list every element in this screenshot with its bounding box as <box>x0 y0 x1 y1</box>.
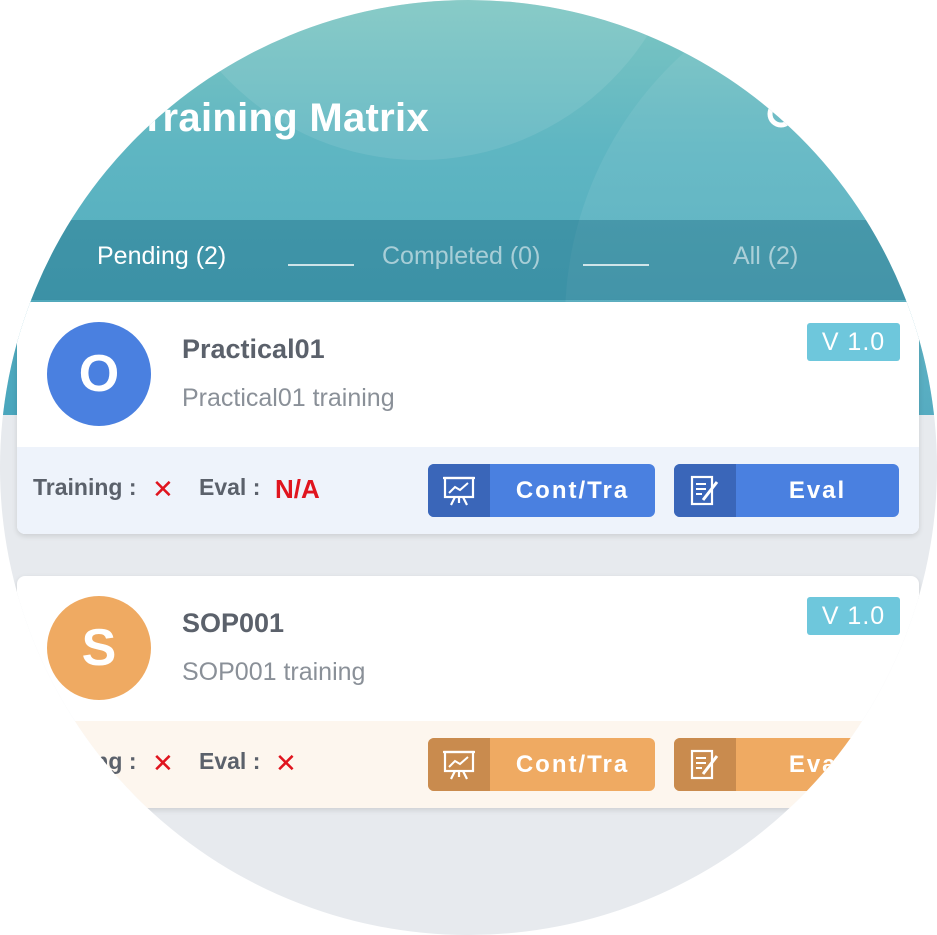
card-title: Practical01 <box>182 334 325 364</box>
version-badge: V 1.0 <box>807 597 900 635</box>
training-status-label: Training : <box>33 748 137 774</box>
eval-status-value: ✕ <box>275 748 297 778</box>
eval-button-label: Eval <box>788 750 847 778</box>
tab-divider <box>288 264 354 266</box>
version-badge: V 1.0 <box>807 323 900 361</box>
eval-status-label: Eval : <box>199 748 261 774</box>
eval-button-label: Eval <box>788 476 847 504</box>
cont-training-label: Cont/Tra <box>515 750 630 778</box>
tab-pending[interactable]: Pending (2) <box>97 242 226 271</box>
eval-button[interactable]: Eval <box>674 738 899 791</box>
avatar: S <box>47 596 151 700</box>
app-viewport: Training Matrix Pending (2) Completed (0… <box>0 0 937 935</box>
training-status-value: ✕ <box>152 748 174 778</box>
cont-training-label: Cont/Tra <box>515 476 630 504</box>
eval-status-value: N/A <box>275 474 320 504</box>
edit-document-icon <box>674 738 736 791</box>
tab-completed[interactable]: Completed (0) <box>382 242 540 271</box>
training-card[interactable]: O Practical01 Practical01 training V 1.0… <box>17 302 919 534</box>
presentation-icon <box>428 464 490 517</box>
tab-bar: Pending (2) Completed (0) All (2) <box>0 220 937 300</box>
card-subtitle: Practical01 training <box>182 384 395 412</box>
presentation-icon <box>428 738 490 791</box>
card-title: SOP001 <box>182 608 285 638</box>
page-title: Training Matrix <box>140 96 429 140</box>
eval-button[interactable]: Eval <box>674 464 899 517</box>
avatar: O <box>47 322 151 426</box>
tab-all[interactable]: All (2) <box>733 242 798 271</box>
tab-divider <box>583 264 649 266</box>
training-status-label: Training : <box>33 474 137 500</box>
cont-training-button[interactable]: Cont/Tra <box>428 464 655 517</box>
training-card[interactable]: S SOP001 SOP001 training V 1.0 Training … <box>17 576 919 808</box>
eval-status-label: Eval : <box>199 474 261 500</box>
cont-training-button[interactable]: Cont/Tra <box>428 738 655 791</box>
card-footer: Training : ✕ Eval : N/A Cont/Tra Eval <box>17 447 919 534</box>
training-status-value: ✕ <box>152 474 174 504</box>
card-subtitle: SOP001 training <box>182 658 366 686</box>
card-footer: Training : ✕ Eval : ✕ Cont/Tra Eval <box>17 721 919 808</box>
edit-document-icon <box>674 464 736 517</box>
search-icon[interactable] <box>765 98 803 136</box>
